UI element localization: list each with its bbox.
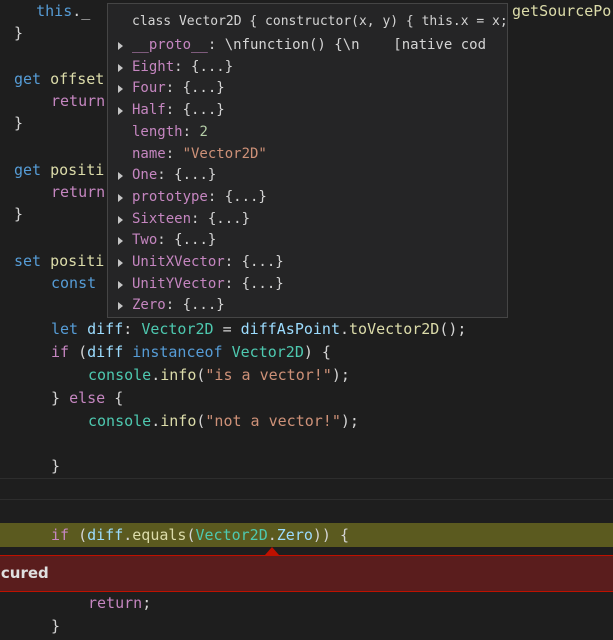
- expand-chevron-icon[interactable]: [118, 193, 123, 202]
- property-value: {...}: [207, 210, 251, 227]
- property-separator: :: [165, 102, 183, 119]
- hover-tree-item[interactable]: __proto__: \nfunction() {\n [native cod: [108, 35, 507, 56]
- expand-chevron-icon[interactable]: [118, 259, 123, 267]
- property-separator: :: [174, 58, 192, 75]
- property-name: UnitYVector: [132, 275, 225, 292]
- property-name: UnitXVector: [132, 254, 225, 270]
- property-separator: :: [165, 145, 183, 162]
- property-name: Zero: [132, 297, 166, 314]
- expand-chevron-icon[interactable]: [118, 63, 123, 72]
- expand-chevron-icon[interactable]: [118, 85, 123, 94]
- property-value: {...}: [224, 188, 267, 205]
- property-separator: :: [207, 188, 225, 205]
- hover-title: class Vector2D { constructor(x, y) { thi…: [132, 14, 508, 29]
- hover-tree-item[interactable]: UnitYVector: {...}: [108, 274, 507, 295]
- code-line[interactable]: }: [0, 455, 613, 477]
- expand-chevron-icon[interactable]: [118, 215, 123, 224]
- hover-tree-item[interactable]: Four: {...}: [108, 78, 507, 99]
- property-separator: :: [207, 37, 225, 53]
- expand-chevron-icon[interactable]: [118, 42, 123, 50]
- exception-message: ccured: [0, 564, 49, 582]
- property-value: \nfunction() {\n: [224, 37, 360, 53]
- property-name: prototype: [132, 188, 208, 205]
- property-separator: :: [224, 275, 242, 292]
- property-separator: :: [157, 232, 175, 249]
- property-name: One: [132, 167, 158, 184]
- property-value: "Vector2D": [182, 145, 267, 162]
- code-line[interactable]: return;: [0, 592, 613, 614]
- hover-tree-item[interactable]: Two: {...}: [108, 230, 507, 251]
- hover-tree-item[interactable]: prototype: {...}: [108, 187, 507, 208]
- hover-tree-item[interactable]: UnitXVector: {...}: [108, 252, 507, 273]
- property-value: {...}: [182, 102, 225, 119]
- property-separator: :: [191, 210, 208, 227]
- expand-chevron-icon[interactable]: [118, 280, 123, 289]
- property-separator: :: [157, 167, 175, 184]
- property-value: {...}: [241, 275, 284, 292]
- property-separator: :: [165, 80, 183, 97]
- property-value: {...}: [191, 58, 234, 75]
- property-value: {...}: [241, 254, 284, 270]
- property-name: Two: [132, 232, 158, 249]
- code-line[interactable]: } else {: [0, 387, 613, 409]
- code-line[interactable]: if (diff instanceof Vector2D) {: [0, 341, 613, 363]
- property-extra: [native cod: [359, 37, 487, 53]
- property-name: Half: [132, 102, 166, 119]
- property-value: {...}: [182, 80, 225, 97]
- expand-chevron-icon[interactable]: [118, 302, 123, 311]
- exception-widget[interactable]: ccured: [0, 555, 613, 592]
- property-name: name: [132, 145, 166, 162]
- code-line-paused[interactable]: if (diff.equals(Vector2D.Zero)) {: [0, 524, 613, 546]
- property-value: {...}: [182, 297, 225, 314]
- code-line[interactable]: console.info("is a vector!");: [0, 364, 613, 386]
- code-line[interactable]: let diff: Vector2D = diffAsPoint.toVecto…: [0, 318, 613, 340]
- expand-chevron-icon[interactable]: [118, 237, 123, 246]
- hover-tree-item[interactable]: Eight: {...}: [108, 57, 507, 78]
- property-value: {...}: [174, 167, 217, 184]
- current-line-highlight: [0, 478, 613, 500]
- property-separator: :: [165, 297, 183, 314]
- hover-tree-item[interactable]: Sixteen: {...}: [108, 209, 507, 230]
- property-name: length: [132, 123, 183, 140]
- property-name: Eight: [132, 58, 175, 75]
- debug-hover-widget[interactable]: class Vector2D { constructor(x, y) { thi…: [107, 3, 508, 318]
- expand-chevron-icon[interactable]: [118, 107, 123, 116]
- property-name: Sixteen: [132, 210, 192, 227]
- hover-tree-item: name: "Vector2D": [108, 144, 507, 165]
- property-name: __proto__: [132, 37, 208, 53]
- hover-tree-item[interactable]: Half: {...}: [108, 100, 507, 121]
- property-separator: :: [224, 254, 242, 270]
- property-value: {...}: [174, 232, 217, 249]
- property-value: 2: [199, 123, 208, 140]
- property-name: Four: [132, 80, 166, 97]
- exception-pointer: [265, 547, 279, 555]
- code-editor[interactable]: this._ getSourcePo } get offset return } …: [0, 0, 613, 640]
- code-line[interactable]: console.info("not a vector!");: [0, 410, 613, 432]
- hover-tree-item: length: 2: [108, 122, 507, 143]
- expand-chevron-icon[interactable]: [118, 172, 123, 181]
- hover-tree-item[interactable]: One: {...}: [108, 165, 507, 186]
- code-line[interactable]: }: [0, 615, 613, 637]
- hover-tree-item[interactable]: Zero: {...}: [108, 295, 507, 316]
- property-separator: :: [182, 123, 200, 140]
